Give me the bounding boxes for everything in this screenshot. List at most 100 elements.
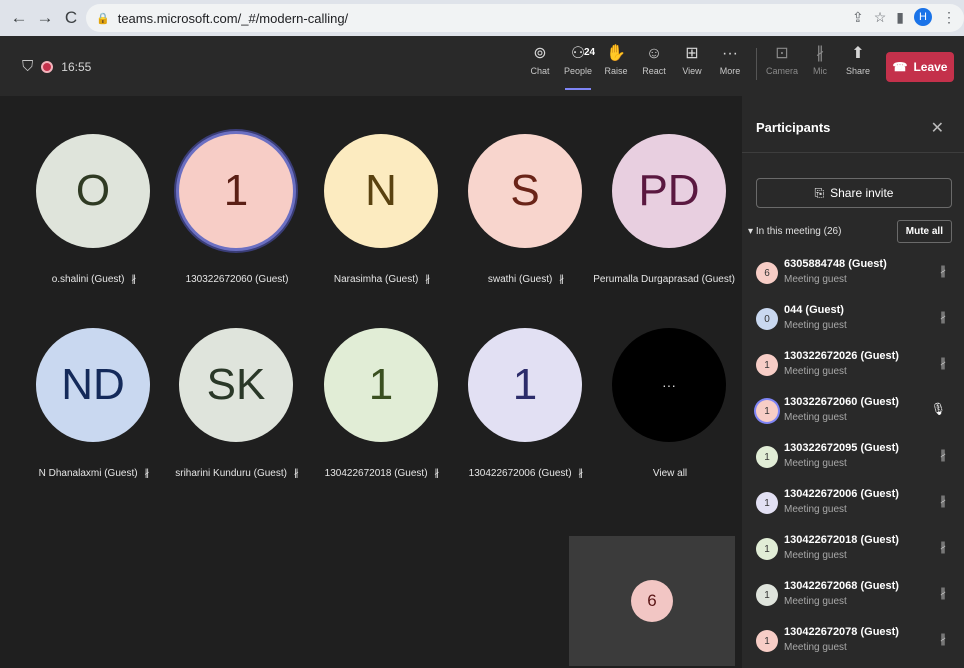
back-arrow-icon[interactable]: ← xyxy=(8,8,30,28)
mic-off-icon[interactable]: ∦ xyxy=(940,586,946,600)
mic-off-icon[interactable]: ∦ xyxy=(940,264,946,278)
participant-name: 130322672026 (Guest) xyxy=(784,350,899,362)
mic-off-icon[interactable]: ∦ xyxy=(940,632,946,646)
kebab-menu-icon[interactable]: ⋮ xyxy=(942,9,956,26)
participant-tile[interactable]: PD Perumalla Durgaprasad (Guest) ∦ xyxy=(593,134,748,334)
toolbar-chat-label: Chat xyxy=(530,66,550,76)
participant-avatar: N xyxy=(324,134,438,248)
meeting-toolbar: ⛉ 16:55 ⊚ Chat ⚇ 24 People ✋ Raise ☺ React ⊞ View ·… xyxy=(0,36,964,96)
toolbar-people-label: People xyxy=(563,66,593,76)
participant-name: 130322672095 (Guest) xyxy=(784,442,899,454)
participant-row[interactable]: 1 130422672068 (Guest) Meeting guest ∦ xyxy=(742,576,964,622)
participant-tile[interactable]: SK sriharini Kunduru (Guest) ∦ xyxy=(169,328,315,528)
participant-avatar: O xyxy=(36,134,150,248)
more-icon: ··· xyxy=(612,328,726,442)
participant-row[interactable]: 1 130422672006 (Guest) Meeting guest ∦ xyxy=(742,484,964,530)
toolbar-share-button[interactable]: ⬆ Share xyxy=(839,44,877,76)
participant-role: Meeting guest xyxy=(784,366,847,377)
toolbar-camera-label: Camera xyxy=(765,66,798,76)
toolbar-chat-button[interactable]: ⊚ Chat xyxy=(521,44,559,76)
hand-icon: ✋ xyxy=(606,45,626,62)
self-avatar: 6 xyxy=(631,580,673,622)
panel-title: Participants xyxy=(756,120,831,135)
participant-tile[interactable]: 1 130422672006 (Guest) ∦ xyxy=(458,328,604,528)
toolbar-more-button[interactable]: ··· More xyxy=(711,44,749,76)
participant-role: Meeting guest xyxy=(784,642,847,653)
participant-name: 6305884748 (Guest) xyxy=(784,258,887,270)
grid-icon: ⊞ xyxy=(685,45,699,62)
participant-row[interactable]: 1 130422672078 (Guest) Meeting guest ∦ xyxy=(742,622,964,668)
participant-role: Meeting guest xyxy=(784,596,847,607)
toolbar-mic-label: Mic xyxy=(813,66,827,76)
participant-row[interactable]: 6 6305884748 (Guest) Meeting guest ∦ xyxy=(742,254,964,300)
meeting-status: ⛉ 16:55 xyxy=(22,58,91,75)
in-meeting-section-toggle[interactable]: ▾ In this meeting (26) xyxy=(748,226,841,237)
mic-off-icon: ∦ xyxy=(128,274,137,285)
smile-icon: ☺ xyxy=(645,45,663,62)
mic-on-icon[interactable]: 🎙 xyxy=(931,402,946,416)
toolbar-people-button[interactable]: ⚇ 24 People xyxy=(559,44,597,90)
participant-row[interactable]: 1 130322672095 (Guest) Meeting guest ∦ xyxy=(742,438,964,484)
toolbar-share-label: Share xyxy=(845,66,871,76)
self-view[interactable]: 6 xyxy=(569,536,735,666)
mic-off-icon: ∦ xyxy=(575,468,584,479)
mic-off-icon[interactable]: ∦ xyxy=(940,448,946,462)
participant-avatar: 0 xyxy=(756,308,778,330)
share-invite-button[interactable]: ⎘ Share invite xyxy=(756,178,952,208)
share-invite-label: Share invite xyxy=(830,186,894,200)
toolbar-react-button[interactable]: ☺ React xyxy=(635,44,673,76)
participant-tile[interactable]: Sswathi (Guest) ∦ xyxy=(458,134,604,334)
tile-caption: View all xyxy=(592,468,748,479)
mic-off-icon: ∦ xyxy=(141,468,150,479)
toolbar-more-label: More xyxy=(719,66,741,76)
sidebar-panel-icon[interactable]: ▮ xyxy=(896,9,904,26)
mute-all-button[interactable]: Mute all xyxy=(896,220,952,243)
mic-off-icon[interactable]: ∦ xyxy=(940,494,946,508)
toolbar-mic-button[interactable]: ∦ Mic xyxy=(801,44,839,76)
participant-tile[interactable]: 1 130322672060 (Guest) xyxy=(169,134,315,334)
toolbar-raise-button[interactable]: ✋ Raise xyxy=(597,44,635,76)
view-all-tile[interactable]: ··· View all xyxy=(602,328,748,528)
participant-tile[interactable]: Oo.shalini (Guest) ∦ xyxy=(26,134,172,334)
participant-avatar: 1 xyxy=(756,446,778,468)
tile-caption: sriharini Kunduru (Guest) ∦ xyxy=(159,468,315,479)
toolbar-view-label: View xyxy=(682,66,702,76)
participant-avatar: 1 xyxy=(179,134,293,248)
toolbar-react-label: React xyxy=(642,66,666,76)
participant-row[interactable]: 0 044 (Guest) Meeting guest ∦ xyxy=(742,300,964,346)
mic-off-icon[interactable]: ∦ xyxy=(940,356,946,370)
close-icon[interactable]: ✕ xyxy=(931,118,944,138)
leave-button[interactable]: ☎ Leave xyxy=(886,52,954,82)
profile-avatar[interactable]: H xyxy=(914,8,932,26)
participant-tile[interactable]: N Narasimha (Guest) ∦ xyxy=(314,134,460,334)
meeting-timer: 16:55 xyxy=(61,59,92,74)
forward-arrow-icon[interactable]: → xyxy=(34,8,56,28)
participant-name: N Dhanalaxmi (Guest) xyxy=(38,468,138,479)
toolbar-view-button[interactable]: ⊞ View xyxy=(673,44,711,76)
share-page-icon[interactable]: ⇪ xyxy=(852,9,864,26)
mic-off-icon[interactable]: ∦ xyxy=(940,540,946,554)
mic-off-icon: ∦ xyxy=(431,468,440,479)
share-invite-icon: ⎘ xyxy=(814,185,825,200)
participant-row[interactable]: 1 130322672060 (Guest) Meeting guest 🎙 xyxy=(742,392,964,438)
participant-list: 6 6305884748 (Guest) Meeting guest ∦ 0 044 (G… xyxy=(742,254,964,668)
tile-caption: 130422672018 (Guest) ∦ xyxy=(304,468,460,479)
participant-row[interactable]: 1 130422672018 (Guest) Meeting guest ∦ xyxy=(742,530,964,576)
participant-avatar: 1 xyxy=(756,630,778,652)
mic-off-icon[interactable]: ∦ xyxy=(940,310,946,324)
toolbar-camera-button[interactable]: ⊡ Camera xyxy=(763,44,801,76)
participant-name: 044 (Guest) xyxy=(784,304,844,316)
participant-tile[interactable]: 1 130422672018 (Guest) ∦ xyxy=(314,328,460,528)
bookmark-star-icon[interactable]: ☆ xyxy=(874,9,887,26)
participant-row[interactable]: 1 130322672026 (Guest) Meeting guest ∦ xyxy=(742,346,964,392)
address-bar[interactable]: 🔒 teams.microsoft.com/_#/modern-calling/ xyxy=(86,4,964,32)
shield-icon: ⛉ xyxy=(22,58,34,75)
in-meeting-label: In this meeting (26) xyxy=(755,226,842,237)
tile-caption: swathi (Guest) ∦ xyxy=(448,274,604,285)
reload-icon[interactable]: C xyxy=(60,8,82,28)
participant-tile[interactable]: ND N Dhanalaxmi (Guest) ∦ xyxy=(26,328,172,528)
participant-name: sriharini Kunduru (Guest) xyxy=(175,468,287,479)
participant-name: o.shalini (Guest) xyxy=(51,274,125,285)
lock-icon: 🔒 xyxy=(96,12,110,25)
participants-panel: Participants ✕ ⎘ Share invite ▾ In this … xyxy=(742,96,964,668)
